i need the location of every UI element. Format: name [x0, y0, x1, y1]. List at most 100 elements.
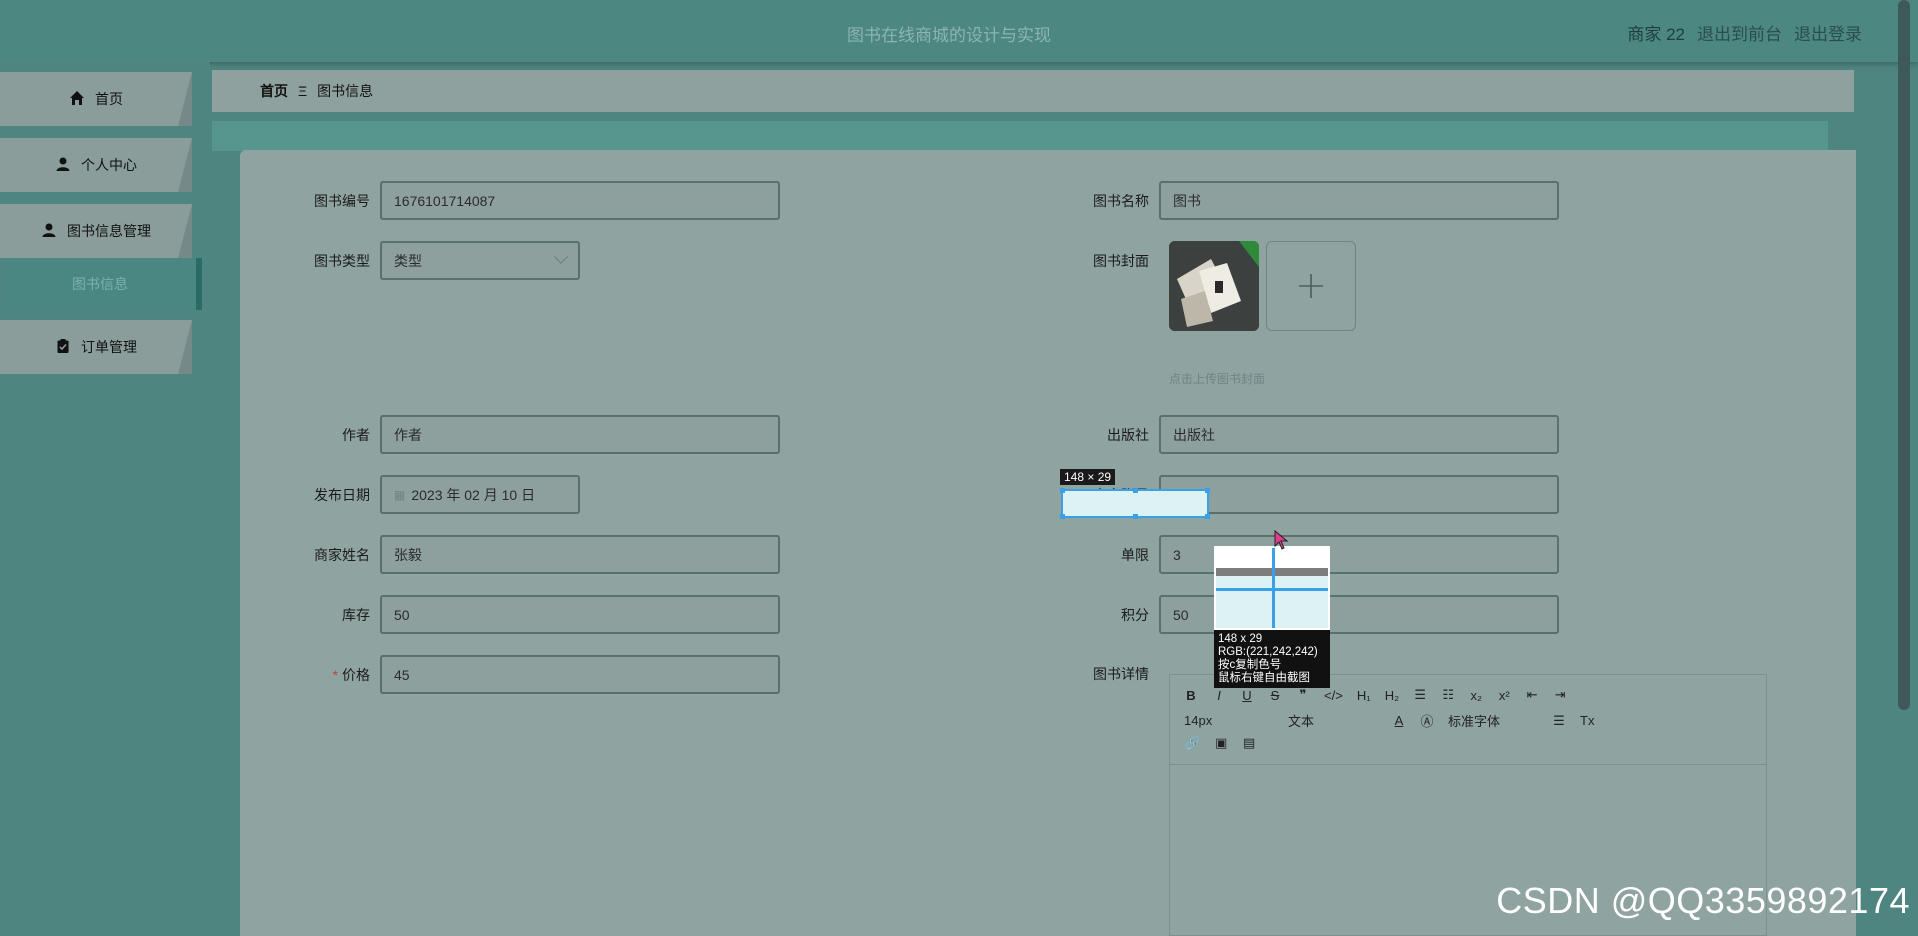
watermark: CSDN @QQ3359892174	[1496, 880, 1910, 921]
video-icon[interactable]: ▤	[1242, 735, 1256, 751]
clipboard-icon	[55, 338, 71, 357]
input-book-no[interactable]: 1676101714087	[380, 181, 780, 220]
field-author: 作者 作者	[300, 415, 780, 454]
indent-icon[interactable]: ⇥	[1553, 687, 1567, 703]
sidebar: 首页 个人中心 图书信息管理 图书信息 订单管理	[0, 62, 210, 936]
resize-handle[interactable]	[1060, 488, 1065, 493]
field-stock: 库存 50	[300, 595, 780, 634]
label-stock: 库存	[342, 606, 370, 623]
strike-icon[interactable]: S	[1268, 688, 1282, 703]
resize-handle[interactable]	[1205, 514, 1210, 519]
magnifier-info: 148 x 29 RGB:(221,242,242) 按c复制色号 鼠标右键自由…	[1214, 630, 1330, 688]
field-book-type: 图书类型 类型	[300, 241, 580, 280]
cover-image[interactable]	[1169, 241, 1259, 331]
app-title: 图书在线商城的设计与实现	[847, 26, 1051, 45]
info-size: 148 x 29	[1218, 633, 1263, 645]
h1-icon[interactable]: H₁	[1357, 688, 1371, 703]
label-cover: 图书封面	[1093, 253, 1149, 269]
breadcrumb-current: 图书信息	[317, 83, 374, 99]
bullet-list-icon[interactable]: ☷	[1441, 687, 1455, 703]
font-color-icon[interactable]: A	[1392, 713, 1406, 728]
editor-toolbar: B I U S ❞ </> H₁ H₂ ☰ ☷ x₂ x² ⇤ ⇥ 14px 文…	[1170, 675, 1766, 765]
sidebar-item-profile[interactable]: 个人中心	[0, 138, 192, 192]
home-icon	[69, 90, 85, 109]
sidebar-item-orders[interactable]: 订单管理	[0, 320, 192, 374]
resize-handle[interactable]	[1133, 514, 1138, 519]
resize-handle[interactable]	[1205, 488, 1210, 493]
label-detail: 图书详情	[1093, 666, 1149, 682]
label-book-no: 图书编号	[314, 192, 370, 209]
background-color-icon[interactable]: Ⓐ	[1420, 711, 1434, 730]
input-author[interactable]: 作者	[380, 415, 780, 454]
upload-cover-button[interactable]	[1266, 241, 1356, 331]
plus-icon	[1299, 274, 1323, 298]
cover-upload-hint: 点击上传图书封面	[1169, 372, 1266, 386]
date-value: 2023 年 02 月 10 日	[411, 486, 536, 503]
outdent-icon[interactable]: ⇤	[1525, 687, 1539, 703]
header-actions: 商家 22 退出到前台 退出登录	[1627, 20, 1862, 45]
superscript-icon[interactable]: x²	[1497, 688, 1511, 703]
field-publisher: 出版社 出版社	[1079, 415, 1559, 454]
tab-shade	[178, 138, 192, 192]
breadcrumb-home[interactable]: 首页	[260, 81, 288, 101]
align-icon[interactable]: ☰	[1552, 713, 1566, 729]
h2-icon[interactable]: H₂	[1385, 688, 1399, 703]
editor-toolbar-row-1: B I U S ❞ </> H₁ H₂ ☰ ☷ x₂ x² ⇤ ⇥	[1184, 687, 1567, 703]
label-pub-date: 发布日期	[314, 486, 370, 503]
field-merchant-name: 商家姓名 张毅	[300, 535, 780, 574]
image-icon[interactable]: ▣	[1214, 735, 1228, 751]
cursor-icon	[1274, 530, 1288, 550]
sidebar-subitem-book-info[interactable]: 图书信息	[4, 258, 202, 310]
select-value: 类型	[394, 252, 422, 269]
label-publisher: 出版社	[1107, 426, 1149, 443]
sidebar-item-book-management[interactable]: 图书信息管理	[0, 204, 192, 258]
input-merchant-account[interactable]: 22	[1159, 475, 1559, 514]
calendar-icon: ▦	[394, 487, 406, 502]
resize-handle[interactable]	[1060, 514, 1065, 519]
user-icon	[55, 156, 71, 175]
panel-stripe	[212, 121, 1828, 151]
logout-link[interactable]: 退出登录	[1794, 20, 1862, 45]
subscript-icon[interactable]: x₂	[1469, 688, 1483, 703]
field-pub-date: 发布日期 ▦ 2023 年 02 月 10 日	[300, 475, 580, 514]
code-icon[interactable]: </>	[1324, 688, 1343, 703]
back-to-front-link[interactable]: 退出到前台	[1697, 20, 1782, 45]
ordered-list-icon[interactable]: ☰	[1413, 687, 1427, 703]
input-merchant-name[interactable]: 张毅	[380, 535, 780, 574]
input-book-name[interactable]: 图书	[1159, 181, 1559, 220]
sidebar-item-label: 个人中心	[81, 157, 137, 173]
info-right-click-hint: 鼠标右键自由截图	[1218, 672, 1310, 684]
scrollbar[interactable]	[1898, 0, 1910, 710]
italic-icon[interactable]: I	[1212, 688, 1226, 703]
field-price: 价格 45	[300, 655, 780, 694]
underline-icon[interactable]: U	[1240, 688, 1254, 703]
crosshair-horizontal	[1216, 588, 1328, 591]
chevron-down-icon	[553, 249, 569, 264]
selection-rectangle[interactable]	[1060, 488, 1210, 519]
date-picker-pub-date[interactable]: ▦ 2023 年 02 月 10 日	[380, 475, 580, 514]
label-merchant-name: 商家姓名	[314, 546, 370, 563]
input-stock[interactable]: 50	[380, 595, 780, 634]
link-icon[interactable]: 🔗	[1184, 735, 1200, 751]
sidebar-item-home[interactable]: 首页	[0, 72, 192, 126]
field-book-name: 图书名称 图书	[1079, 181, 1559, 220]
input-publisher[interactable]: 出版社	[1159, 415, 1559, 454]
sidebar-item-label: 首页	[95, 91, 123, 107]
input-price[interactable]: 45	[380, 655, 780, 694]
blockquote-icon[interactable]: ❞	[1296, 687, 1310, 703]
select-book-type[interactable]: 类型	[380, 241, 580, 280]
clear-format-icon[interactable]: Tx	[1580, 713, 1594, 728]
font-size-select[interactable]: 14px	[1184, 713, 1274, 728]
resize-handle[interactable]	[1133, 488, 1138, 493]
label-limit: 单限	[1121, 546, 1149, 563]
bold-icon[interactable]: B	[1184, 688, 1198, 703]
top-header: 图书在线商城的设计与实现 商家 22 退出到前台 退出登录	[0, 0, 1918, 62]
field-book-no: 图书编号 1676101714087	[300, 181, 780, 220]
text-type-select[interactable]: 文本	[1288, 711, 1378, 730]
font-family-select[interactable]: 标准字体	[1448, 711, 1538, 730]
label-book-type: 图书类型	[314, 252, 370, 269]
editor-toolbar-row-2: 14px 文本 A Ⓐ 标准字体 ☰ Tx	[1184, 711, 1594, 730]
selection-size-badge: 148 × 29	[1060, 469, 1116, 485]
magnifier-preview	[1214, 546, 1330, 630]
label-book-name: 图书名称	[1093, 192, 1149, 209]
